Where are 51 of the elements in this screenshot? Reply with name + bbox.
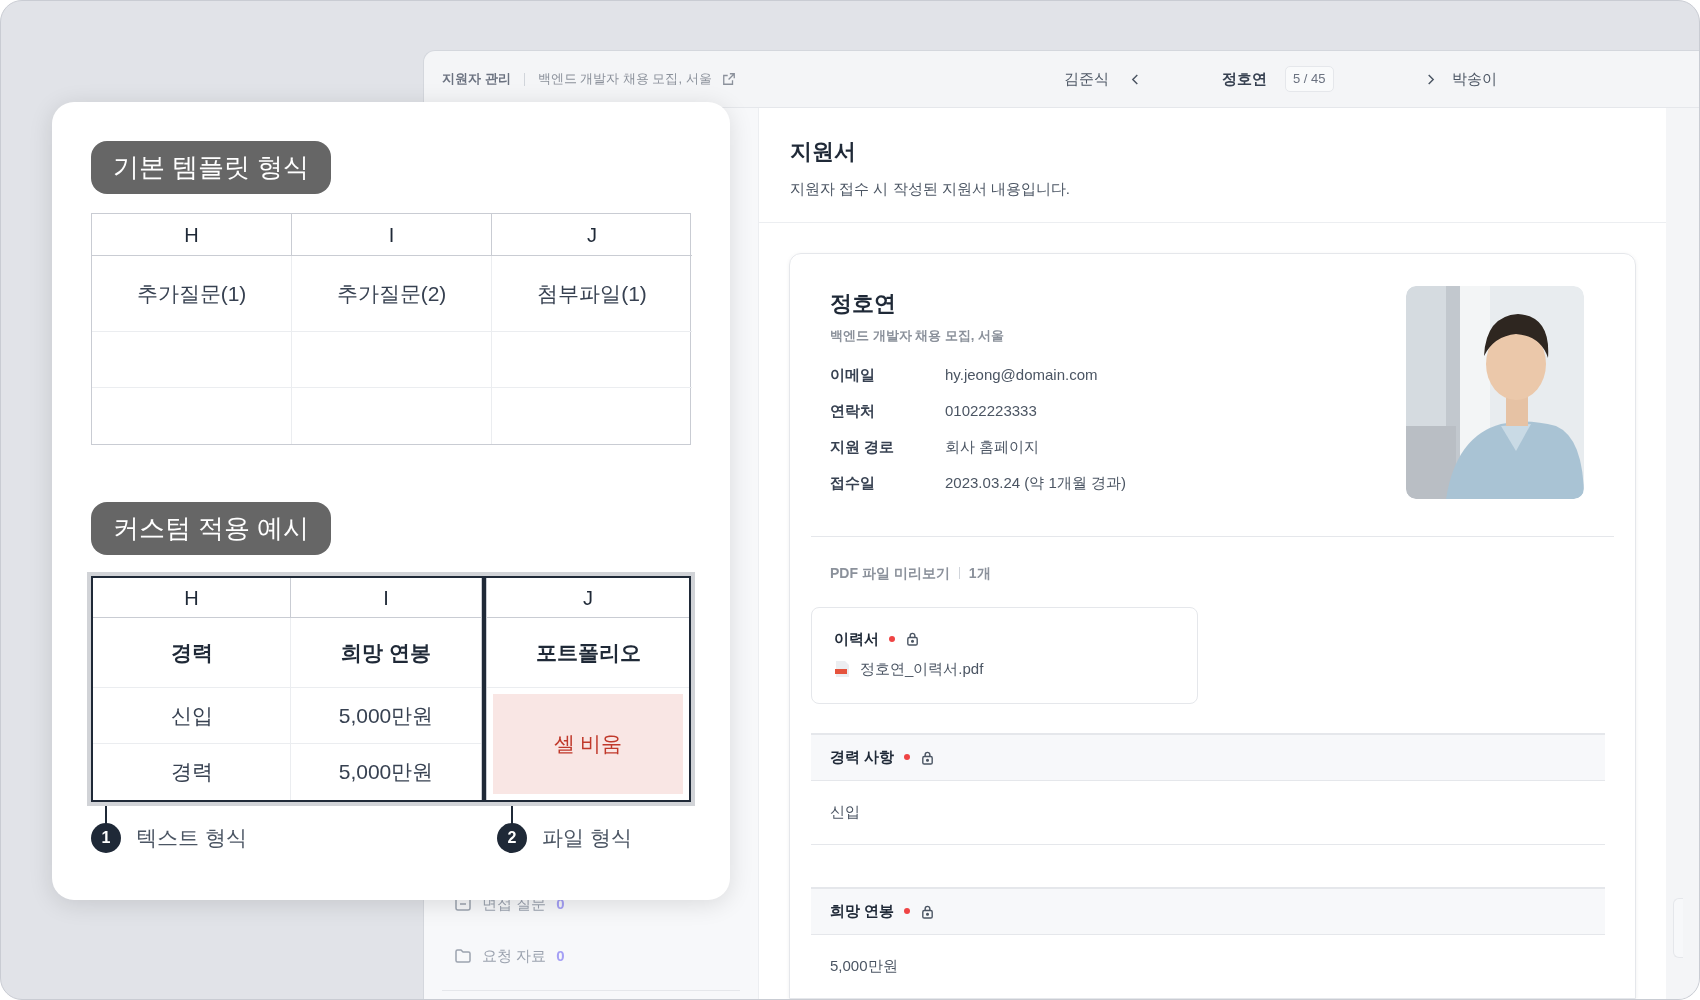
table-cell: 추가질문(2) [292, 256, 492, 332]
field-value: 회사 홈페이지 [945, 437, 1040, 458]
applicant-name: 정호연 [830, 290, 897, 318]
current-applicant-name: 정호연 [1222, 68, 1267, 89]
field-label: 이메일 [830, 365, 876, 386]
answer-text: 신입 [830, 801, 860, 822]
section-badge: 기본 템플릿 형식 [91, 141, 332, 194]
table-cell: 포트폴리오 [487, 618, 689, 688]
table-cell: 5,000만원 [291, 688, 481, 744]
next-applicant-link[interactable]: 박송이 [1451, 67, 1497, 91]
column-header: I [292, 214, 492, 256]
number-marker: 1 [91, 822, 121, 853]
number-marker: 2 [497, 822, 527, 853]
posting-title: 백엔드 개발자 채용 모집, 서울 [830, 327, 1006, 345]
column-header: J [487, 578, 689, 618]
field-value: 2023.03.24 (약 1개월 경과) [945, 473, 1126, 494]
posting-title: 백엔드 개발자 채용 모집, 서울 [537, 70, 712, 89]
field-value: 01022223333 [945, 401, 1037, 422]
table-cell: 추가질문(1) [92, 256, 292, 332]
section-label: PDF 파일 미리보기 [830, 563, 950, 583]
column-header: H [93, 578, 291, 618]
table-cell: 신입 [93, 688, 291, 744]
page-title: 지원서 [790, 138, 857, 166]
field-value: hy.jeong@domain.com [945, 365, 1098, 386]
pdf-file-icon [834, 660, 850, 679]
question-title: 이력서 [834, 628, 879, 649]
previous-applicant-link[interactable]: 김준식 [1064, 67, 1109, 91]
answer-text: 5,000만원 [830, 956, 898, 977]
position-counter: 5 / 45 [1285, 66, 1334, 92]
column-header: H [92, 214, 292, 256]
table-cell: 희망 연봉 [291, 618, 481, 688]
field-label: 지원 경로 [830, 437, 896, 458]
folder-icon [454, 947, 472, 965]
file-count: 1개 [968, 563, 991, 583]
empty-cell-highlight: 셀 비움 [493, 694, 683, 794]
external-link-icon[interactable] [721, 72, 736, 86]
annotation-label: 텍스트 형식 [136, 825, 247, 851]
breadcrumb-link[interactable]: 지원자 관리 [442, 69, 511, 89]
field-label: 연락처 [830, 401, 876, 422]
question-title: 희망 연봉 [830, 900, 895, 921]
table-cell: 경력 [93, 744, 291, 800]
table-cell: 경력 [93, 618, 291, 688]
annotation-label: 파일 형식 [542, 825, 632, 851]
question-title: 경력 사항 [830, 746, 895, 767]
file-name-link[interactable]: 정호연_이력서.pdf [860, 658, 984, 681]
table-cell: 첨부파일(1) [492, 256, 692, 332]
page-subtitle: 지원자 접수 시 작성된 지원서 내용입니다. [790, 179, 1071, 199]
table-cell-text: 5,000만원 [337, 759, 435, 786]
column-header: J [492, 214, 692, 256]
field-label: 접수일 [830, 473, 876, 494]
section-badge: 커스텀 적용 예시 [91, 502, 332, 555]
